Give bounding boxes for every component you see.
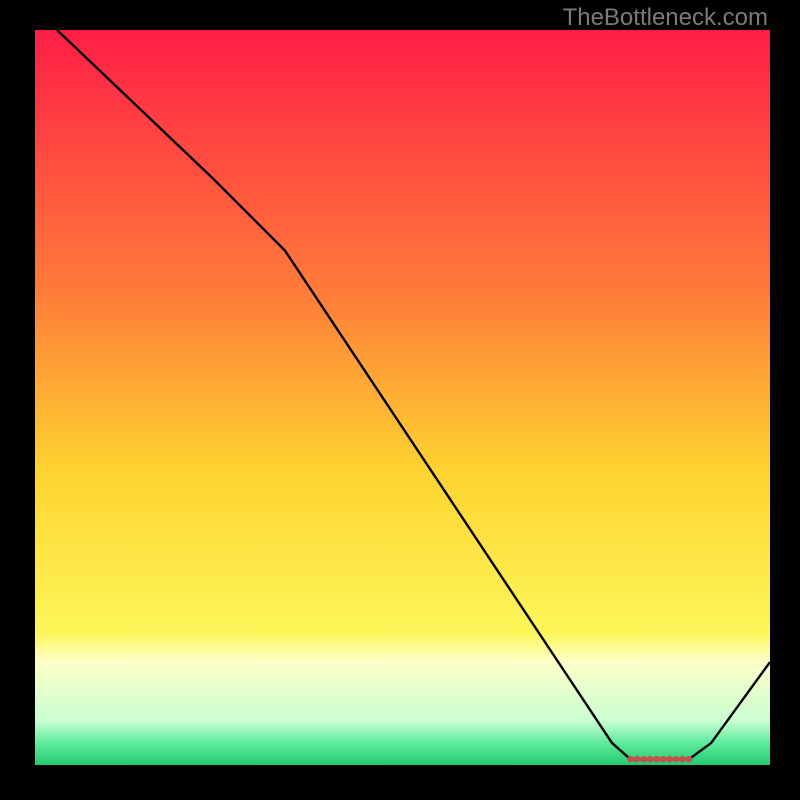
chart-frame: TheBottleneck.com [0, 0, 800, 800]
watermark-text: TheBottleneck.com [563, 4, 768, 32]
chart-background [35, 30, 770, 765]
chart-plot-area [35, 30, 770, 765]
chart-svg [35, 30, 770, 765]
